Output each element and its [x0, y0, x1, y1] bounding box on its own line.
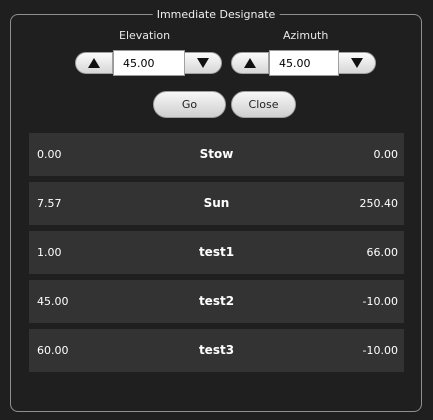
target-name: Sun	[203, 196, 230, 210]
azimuth-decrement-button[interactable]	[338, 52, 376, 74]
elevation-decrement-button[interactable]	[184, 52, 222, 74]
triangle-up-icon	[244, 58, 256, 68]
target-list: 0.00 Stow 0.00 7.57 Sun 250.40 1.00 test…	[29, 133, 404, 378]
elevation-input[interactable]	[113, 50, 185, 76]
target-name: test3	[198, 343, 235, 357]
azimuth-label: Azimuth	[283, 29, 329, 42]
triangle-up-icon	[88, 58, 100, 68]
target-row[interactable]: 45.00 test2 -10.00	[29, 280, 404, 323]
target-row[interactable]: 60.00 test3 -10.00	[29, 329, 404, 372]
azimuth-increment-button[interactable]	[231, 52, 269, 74]
elevation-label: Elevation	[119, 29, 171, 42]
immediate-designate-panel: Immediate Designate Elevation Azimuth Go…	[10, 7, 422, 412]
target-row[interactable]: 0.00 Stow 0.00	[29, 133, 404, 176]
target-azimuth: 250.40	[359, 197, 399, 210]
triangle-down-icon	[197, 58, 209, 68]
go-button[interactable]: Go	[153, 91, 226, 118]
target-name: test2	[198, 294, 235, 308]
target-row[interactable]: 1.00 test1 66.00	[29, 231, 404, 274]
triangle-down-icon	[351, 58, 363, 68]
target-azimuth: -10.00	[362, 344, 398, 357]
azimuth-input[interactable]	[269, 50, 339, 76]
panel-title: Immediate Designate	[152, 7, 280, 22]
close-button[interactable]: Close	[231, 91, 296, 118]
target-name: test1	[198, 245, 235, 259]
target-azimuth: 0.00	[373, 148, 399, 161]
target-azimuth: 66.00	[366, 246, 399, 259]
target-azimuth: -10.00	[362, 295, 398, 308]
target-name: Stow	[199, 147, 234, 161]
elevation-increment-button[interactable]	[75, 52, 113, 74]
target-row[interactable]: 7.57 Sun 250.40	[29, 182, 404, 225]
